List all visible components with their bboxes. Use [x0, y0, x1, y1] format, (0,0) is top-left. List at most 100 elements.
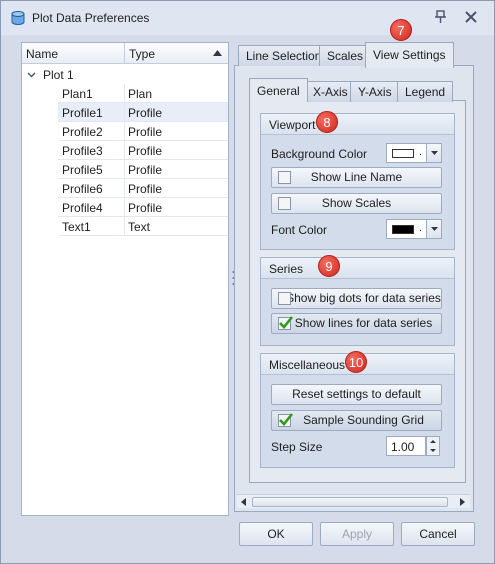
callout-badge-8: 8 [316, 111, 338, 133]
row-name: Profile3 [62, 144, 103, 158]
toggle-label: Show Scales [321, 196, 392, 210]
table-row[interactable]: Text1 Text [58, 217, 228, 236]
column-divider[interactable] [124, 43, 125, 64]
arrow-left-icon[interactable] [239, 497, 249, 507]
row-type: Profile [128, 106, 163, 120]
row-type: Profile [128, 182, 163, 196]
table-row[interactable]: Profile4 Profile [58, 198, 228, 217]
tab-y-axis[interactable]: Y-Axis [350, 81, 400, 102]
ok-button[interactable]: OK [239, 522, 313, 546]
arrow-right-icon[interactable] [457, 497, 467, 507]
group-header: Series [261, 258, 454, 279]
group-title: Series [269, 262, 304, 276]
show-lines-toggle[interactable]: Show lines for data series [271, 313, 442, 334]
color-swatch [392, 225, 414, 234]
callout-badge-9: 9 [318, 255, 340, 277]
tree-node-label: Plot 1 [43, 68, 74, 82]
table-row[interactable]: Profile3 Profile [58, 141, 228, 160]
row-type: Profile [128, 163, 163, 177]
cancel-button[interactable]: Cancel [401, 522, 475, 546]
row-name: Profile2 [62, 125, 103, 139]
show-big-dots-toggle[interactable]: Show big dots for data series [271, 288, 442, 309]
row-name: Profile1 [62, 106, 103, 120]
table-row[interactable]: Plan1 Plan [58, 84, 228, 103]
tab-scales[interactable]: Scales [319, 45, 372, 66]
swatch-dot: . [419, 222, 423, 234]
window-title: Plot Data Preferences [32, 11, 150, 25]
tab-legend[interactable]: Legend [397, 81, 454, 102]
chevron-up-icon [430, 440, 436, 443]
chevron-down-icon [431, 151, 438, 155]
scrollbar-thumb[interactable] [252, 497, 448, 507]
tab-general[interactable]: General [249, 78, 308, 102]
font-color-label: Font Color [271, 223, 328, 237]
color-swatch [392, 149, 414, 158]
cell-divider [124, 160, 125, 179]
group-header: Viewport [261, 114, 454, 135]
toggle-label: Show big dots for data series [286, 291, 441, 305]
column-header-type[interactable]: Type [129, 47, 155, 61]
background-color-picker[interactable]: . [386, 143, 428, 163]
sort-ascending-icon [213, 50, 222, 56]
row-name: Text1 [62, 220, 91, 234]
checkbox-checked[interactable] [278, 413, 294, 427]
chevron-down-icon [431, 227, 438, 231]
step-size-stepper[interactable] [426, 436, 440, 456]
show-scales-toggle[interactable]: Show Scales [271, 193, 442, 214]
row-name: Profile6 [62, 182, 103, 196]
row-type: Plan [128, 87, 153, 101]
tree-header: Name Type [22, 43, 228, 64]
checkbox[interactable] [278, 171, 291, 184]
font-color-dropdown[interactable] [426, 219, 442, 239]
stepper-down[interactable] [427, 446, 439, 455]
checkbox[interactable] [278, 292, 291, 305]
tab-view-settings[interactable]: View Settings [365, 42, 454, 68]
cell-divider [124, 179, 125, 198]
row-type: Profile [128, 125, 163, 139]
database-icon [11, 11, 25, 25]
checkbox[interactable] [278, 197, 291, 210]
group-title: Miscellaneous [269, 358, 346, 372]
cell-divider [124, 198, 125, 217]
row-type: Text [128, 220, 151, 234]
checkbox-checked[interactable] [278, 316, 294, 330]
close-icon[interactable] [463, 9, 479, 25]
font-color-picker[interactable]: . [386, 219, 428, 239]
background-color-label: Background Color [271, 147, 368, 161]
cell-divider [124, 103, 125, 122]
callout-badge-10: 10 [345, 351, 367, 373]
horizontal-scrollbar[interactable] [237, 494, 470, 508]
toggle-label: Sample Sounding Grid [303, 413, 424, 427]
column-header-name[interactable]: Name [26, 47, 58, 61]
tab-x-axis[interactable]: X-Axis [305, 81, 356, 102]
show-line-name-toggle[interactable]: Show Line Name [271, 167, 442, 188]
stepper-up[interactable] [427, 437, 439, 446]
cell-divider [124, 141, 125, 160]
row-type: Profile [128, 201, 163, 215]
title-bar: Plot Data Preferences [1, 1, 494, 35]
group-title: Viewport [269, 118, 316, 132]
step-size-label: Step Size [271, 440, 323, 454]
toggle-label: Show Line Name [310, 170, 403, 184]
table-row[interactable]: Profile2 Profile [58, 122, 228, 141]
chevron-down-icon[interactable] [27, 70, 36, 79]
sample-sounding-grid-toggle[interactable]: Sample Sounding Grid [271, 410, 442, 431]
row-name: Profile5 [62, 163, 103, 177]
table-row[interactable]: Profile6 Profile [58, 179, 228, 198]
checkmark-icon [279, 413, 294, 426]
table-row-selected[interactable]: Profile1 Profile [58, 103, 228, 122]
tree-rows: Plan1 Plan Profile1 Profile Profile2 Pro… [58, 84, 228, 236]
apply-button[interactable]: Apply [320, 522, 394, 546]
row-name: Profile4 [62, 201, 103, 215]
tree-node-plot[interactable]: Plot 1 [22, 65, 228, 84]
plot-tree-list[interactable]: Name Type Plot 1 Plan1 Plan Profile1 Pro… [21, 42, 229, 516]
cell-divider [124, 122, 125, 141]
reset-settings-button[interactable]: Reset settings to default [271, 384, 442, 405]
callout-badge-7: 7 [390, 19, 412, 41]
tab-line-selection[interactable]: Line Selection [238, 45, 330, 66]
pin-icon[interactable] [433, 9, 449, 25]
step-size-input[interactable]: 1.00 [386, 436, 426, 456]
cell-divider [124, 217, 125, 236]
background-color-dropdown[interactable] [426, 143, 442, 163]
table-row[interactable]: Profile5 Profile [58, 160, 228, 179]
